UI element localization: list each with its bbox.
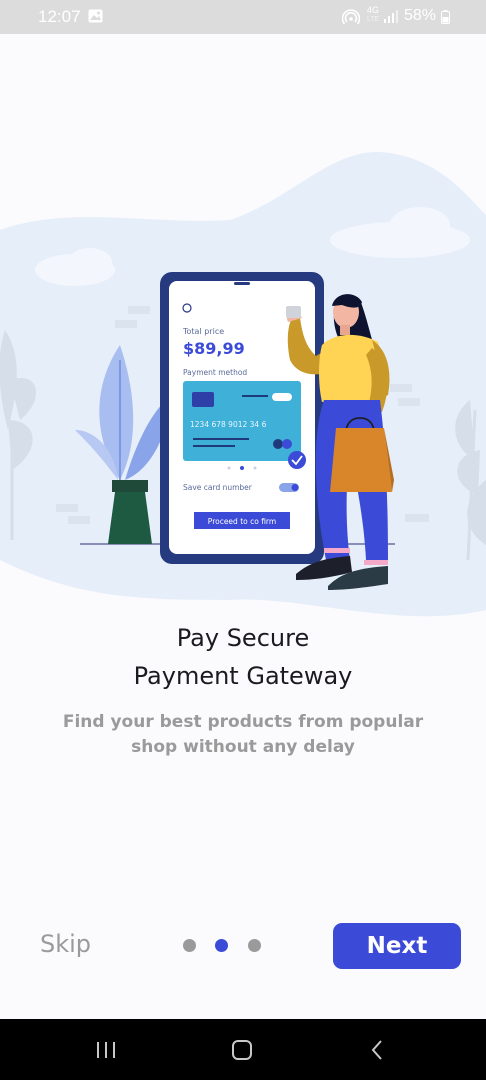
onboarding-title-line1: Pay Secure bbox=[176, 624, 310, 652]
svg-text:Save card number: Save card number bbox=[183, 483, 253, 492]
recents-icon[interactable] bbox=[93, 1037, 119, 1063]
status-bar: 12:07 4G LTE 58% bbox=[0, 0, 486, 34]
page-dot-3[interactable] bbox=[248, 939, 261, 952]
page-dot-1[interactable] bbox=[183, 939, 196, 952]
page-dot-2[interactable] bbox=[215, 939, 228, 952]
svg-text:Proceed to co firm: Proceed to co firm bbox=[208, 517, 276, 526]
home-icon[interactable] bbox=[229, 1037, 255, 1063]
next-button[interactable]: Next bbox=[333, 923, 461, 969]
svg-text:Total price: Total price bbox=[182, 327, 224, 336]
svg-text:$89,99: $89,99 bbox=[183, 339, 245, 358]
svg-text:1234 678 9012 34 6: 1234 678 9012 34 6 bbox=[190, 420, 267, 429]
gallery-icon bbox=[88, 9, 103, 23]
system-nav-bar bbox=[0, 1019, 486, 1080]
svg-text:Payment method: Payment method bbox=[183, 368, 247, 377]
battery-icon bbox=[441, 10, 450, 24]
status-time: 12:07 bbox=[38, 7, 81, 26]
hotspot-icon bbox=[342, 9, 360, 25]
onboarding-title-line2: Payment Gateway bbox=[133, 662, 353, 690]
battery-percent: 58% bbox=[404, 7, 437, 24]
payment-illustration: Total price $89,99 Payment method 1234 6… bbox=[0, 151, 486, 617]
network-type: 4G LTE bbox=[367, 5, 380, 24]
back-icon[interactable] bbox=[365, 1037, 391, 1063]
skip-button[interactable]: Skip bbox=[40, 930, 91, 958]
onboarding-subtitle: Find your best products from popular sho… bbox=[62, 712, 424, 757]
signal-icon bbox=[384, 10, 398, 23]
